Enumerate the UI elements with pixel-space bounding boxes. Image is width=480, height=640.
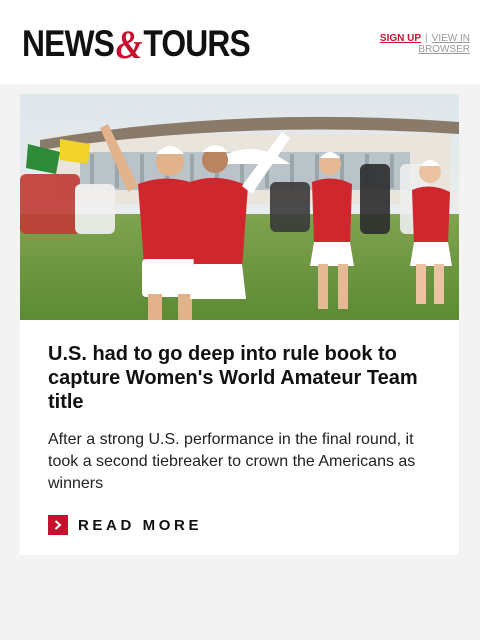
news-and-tours-logo[interactable]: NEWS & TOURS — [22, 22, 251, 67]
article-headline[interactable]: U.S. had to go deep into rule book to ca… — [48, 342, 438, 414]
read-more-button[interactable]: READ MORE — [48, 515, 202, 535]
article-photo[interactable] — [20, 94, 459, 320]
article-card: U.S. had to go deep into rule book to ca… — [20, 94, 459, 555]
link-separator: | — [425, 33, 428, 44]
sign-up-link[interactable]: SIGN UP — [380, 33, 421, 44]
header-links: SIGN UP | VIEW IN BROWSER — [360, 33, 470, 55]
read-more-label: READ MORE — [78, 516, 203, 534]
logo-news-text: NEWS — [22, 23, 115, 64]
chevron-right-icon — [48, 515, 68, 535]
email-header: NEWS & TOURS SIGN UP | VIEW IN BROWSER — [0, 0, 480, 84]
logo-ampersand: & — [115, 21, 143, 67]
logo-tours-text: TOURS — [143, 23, 250, 64]
article-summary: After a strong U.S. performance in the f… — [48, 431, 416, 492]
